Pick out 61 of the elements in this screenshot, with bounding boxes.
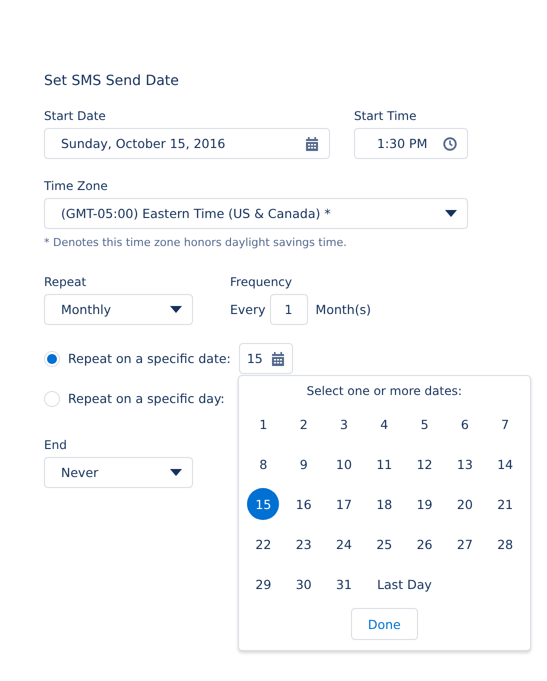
day-option[interactable]: 14 [489, 448, 522, 480]
day-option[interactable]: 10 [328, 448, 360, 480]
day-option[interactable]: 30 [288, 568, 320, 600]
day-option[interactable]: 17 [328, 488, 360, 520]
radio-button[interactable] [44, 350, 60, 366]
section-title: Set SMS Send Date [44, 73, 180, 89]
caret-icon [170, 469, 182, 476]
field-label: End [44, 438, 68, 452]
radio-label: Repeat on a specific date: [68, 351, 231, 366]
time-zone-select[interactable]: (GMT-05:00) Eastern Time (US & Canada) * [44, 198, 468, 229]
day-option[interactable]: 24 [328, 528, 360, 560]
day-option[interactable]: 7 [489, 408, 522, 440]
day-option[interactable]: 27 [448, 528, 481, 560]
day-option[interactable]: 11 [368, 448, 400, 480]
field-label: Frequency [230, 275, 293, 289]
field-label: Start Time [354, 109, 418, 123]
last-day-option[interactable]: Last Day [373, 568, 436, 600]
clock-icon [443, 136, 457, 150]
caret-icon [445, 210, 457, 217]
radio-button[interactable] [44, 390, 60, 406]
day-option[interactable]: 8 [247, 448, 280, 480]
day-option[interactable]: 3 [328, 408, 360, 440]
every-label: Every [230, 302, 266, 317]
done-button[interactable]: Done [350, 608, 418, 640]
day-option[interactable]: 2 [288, 408, 320, 440]
frequency-input[interactable]: 1 [270, 294, 308, 325]
day-option[interactable]: 22 [247, 528, 280, 560]
date-field[interactable]: Sunday, October 15, 2016 [44, 128, 330, 159]
repeat-select[interactable]: Monthly [44, 294, 193, 325]
day-option[interactable]: 25 [368, 528, 400, 560]
day-option[interactable]: 20 [448, 488, 481, 520]
day-option[interactable]: 31 [328, 568, 360, 600]
calendar-icon [305, 136, 319, 150]
day-option[interactable]: 13 [448, 448, 481, 480]
day-option[interactable]: 4 [368, 408, 400, 440]
caret-icon [170, 306, 182, 313]
popover-title: Select one or more dates: [306, 384, 462, 398]
day-option[interactable]: 19 [408, 488, 441, 520]
day-option[interactable]: 15 [247, 488, 280, 520]
day-option[interactable]: 12 [408, 448, 441, 480]
time-field[interactable]: 1:30 PM [354, 128, 468, 159]
day-option[interactable]: 16 [288, 488, 320, 520]
field-label: Time Zone [44, 179, 109, 193]
day-option[interactable]: 1 [247, 408, 280, 440]
calendar-icon [270, 352, 285, 366]
day-option[interactable]: 29 [247, 568, 280, 600]
day-option[interactable]: 21 [489, 488, 522, 520]
day-option[interactable]: 9 [288, 448, 320, 480]
day-option[interactable]: 23 [288, 528, 320, 560]
unit-label: Month(s) [316, 302, 371, 317]
day-option[interactable]: 28 [489, 528, 522, 560]
day-option[interactable]: 18 [368, 488, 400, 520]
field-label: Repeat [44, 275, 88, 289]
hint-text: * Denotes this time zone honors daylight savings time. [44, 236, 348, 249]
day-option[interactable]: 6 [448, 408, 481, 440]
field-label: Start Date [44, 109, 107, 123]
day-field[interactable]: 15 [238, 343, 293, 374]
day-option[interactable]: 26 [408, 528, 441, 560]
day-option[interactable]: 5 [408, 408, 441, 440]
end-select[interactable]: Never [44, 457, 193, 488]
radio-label: Repeat on a specific day: [68, 391, 225, 406]
